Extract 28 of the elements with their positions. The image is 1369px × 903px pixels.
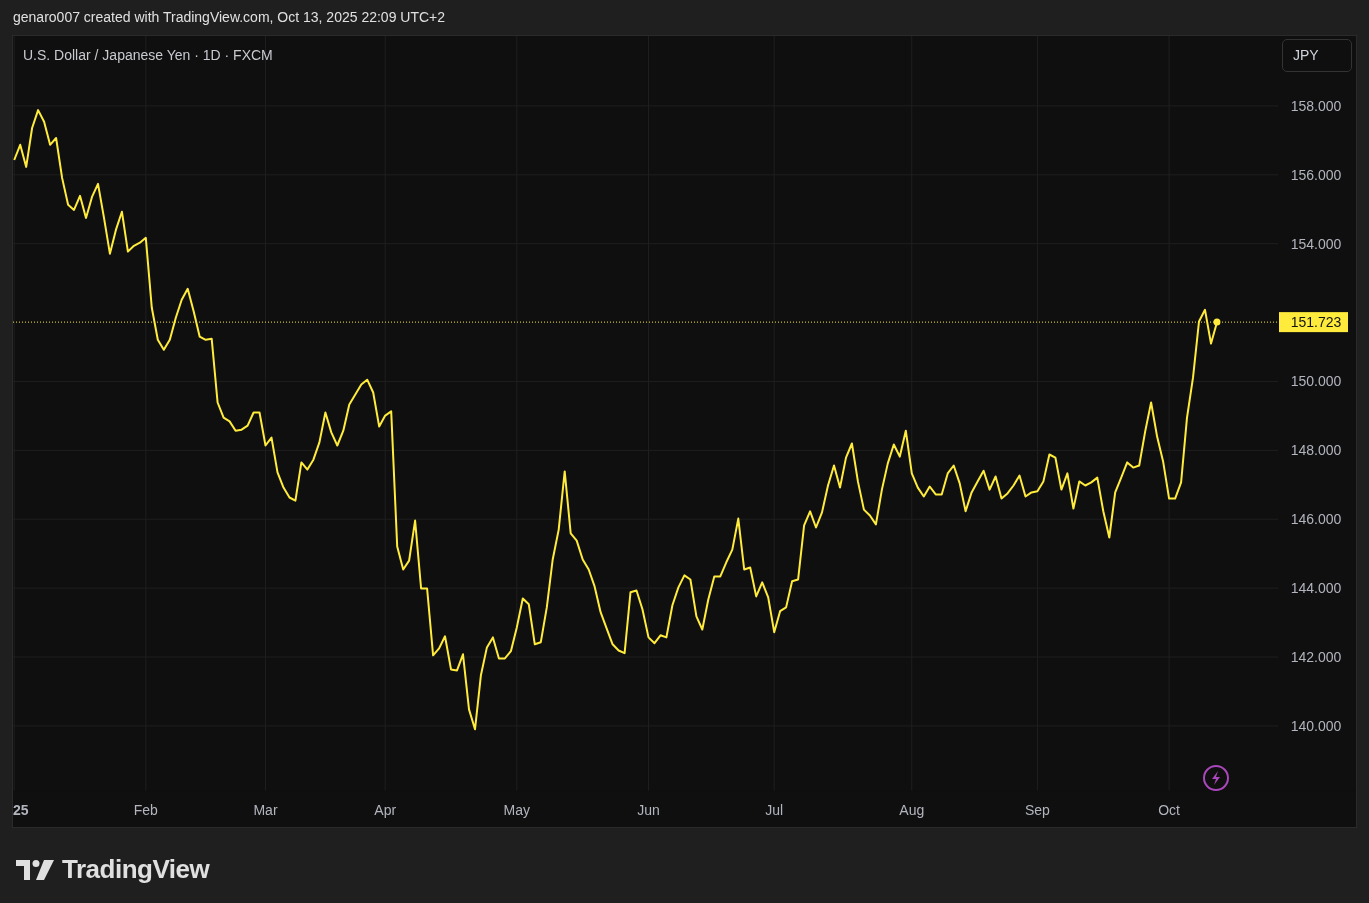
- price-axis-label: 154.000: [1290, 235, 1342, 252]
- time-axis-label: Apr: [374, 802, 397, 818]
- time-axis-label: May: [503, 802, 531, 818]
- time-axis-label: 25: [13, 802, 29, 818]
- price-axis-label: 140.000: [1290, 717, 1342, 734]
- time-axis-label: Mar: [253, 802, 278, 818]
- time-axis-label: Sep: [1025, 802, 1050, 818]
- lightning-icon[interactable]: [1202, 764, 1230, 792]
- price-axis-label: 146.000: [1290, 511, 1342, 528]
- time-axis-label: Aug: [899, 802, 925, 818]
- time-axis-label: Jul: [765, 802, 784, 818]
- brand-name: TradingView: [62, 853, 210, 886]
- snapshot-caption: genaro007 created with TradingView.com, Oct 13, 2025 22:09 UTC+2: [13, 8, 446, 27]
- time-axis-label: Oct: [1158, 802, 1180, 818]
- last-price-dot: [1213, 318, 1221, 326]
- time-axis-label: Jun: [637, 802, 660, 818]
- symbol-title: U.S. Dollar / Japanese Yen · 1D · FXCM: [23, 46, 273, 65]
- price-axis-label: 158.000: [1290, 97, 1342, 114]
- logo-icon: [16, 859, 54, 880]
- price-axis-label: 142.000: [1290, 649, 1342, 665]
- price-axis-label: 156.000: [1290, 166, 1342, 183]
- ref-line-label: 151.723: [1290, 314, 1342, 331]
- time-axis-label: Feb: [133, 802, 158, 818]
- price-axis-label: 148.000: [1290, 442, 1342, 459]
- price-axis-label: 150.000: [1290, 373, 1342, 390]
- last-price-tag: 151.723: [1279, 312, 1348, 333]
- price-axis-label: 144.000: [1290, 580, 1342, 597]
- currency-button[interactable]: JPY: [1282, 39, 1352, 72]
